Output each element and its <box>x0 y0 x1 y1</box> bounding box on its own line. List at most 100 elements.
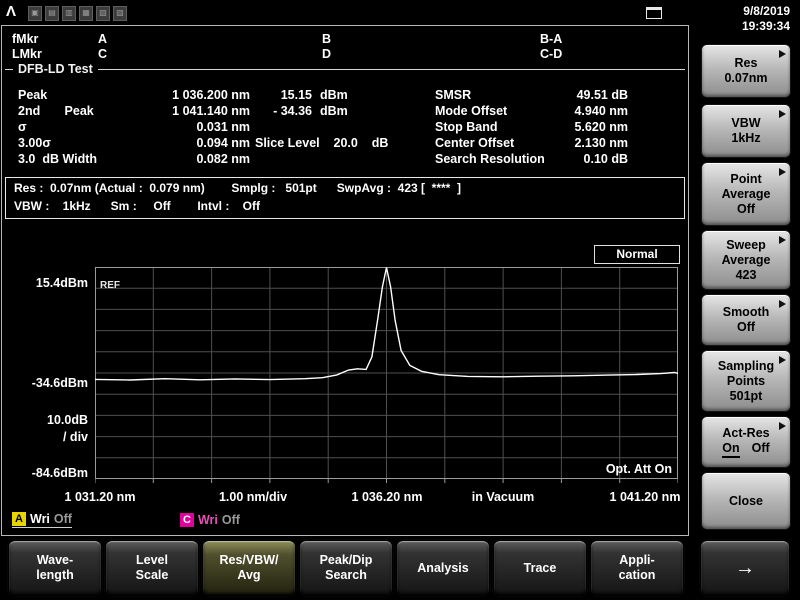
x-label-start: 1 031.20 nm <box>64 490 136 504</box>
x-label-center: 1 036.20 nm <box>351 490 423 504</box>
close-button[interactable]: Close <box>701 472 791 530</box>
test-title: DFB-LD Test <box>18 62 93 76</box>
db-width-value: 0.082 nm <box>196 152 250 166</box>
function-key-bar: Wave- length Level Scale Res/VBW/ Avg Pe… <box>0 537 800 600</box>
trace-c-swatch: C <box>179 513 194 527</box>
y-label-bottom: -84.6dBm <box>31 466 88 480</box>
sampling-points-button[interactable]: Sampling Points 501pt <box>701 350 791 412</box>
mode-offset-value: 4.940 nm <box>574 104 628 118</box>
y-scale-per-div-unit: / div <box>62 430 88 444</box>
analysis-row: 3.0 dB Width 0.082 nm Search Resolution … <box>2 152 688 168</box>
second-peak-level: - 34.36 <box>273 104 312 118</box>
nav-trace-button[interactable]: Trace <box>493 540 587 596</box>
fmkr-label: fMkr <box>12 32 39 46</box>
display-screen: fMkr A B B-A LMkr C D C-D DFB-LD Test Pe… <box>1 25 689 536</box>
peak-wavelength: 1 036.200 nm <box>172 88 250 102</box>
right-arrow-icon: → <box>735 556 755 579</box>
act-res-title: Act-Res <box>722 426 770 440</box>
nav-analysis-button[interactable]: Analysis <box>396 540 490 596</box>
toolbar-icon-3[interactable]: ▥ <box>62 6 76 21</box>
y-label-mid: -34.6dBm <box>31 376 88 390</box>
marker-d-label: D <box>322 47 332 61</box>
act-res-off-option[interactable]: Off <box>752 441 770 458</box>
x-label-vacuum: in Vacuum <box>471 490 535 504</box>
spectrum-plot <box>95 267 678 484</box>
settings-line-2: VBW : 1kHz Sm : Off Intvl : Off <box>14 199 261 213</box>
settings-line-1: Res : 0.07nm (Actual : 0.079 nm) Smplg :… <box>14 181 462 195</box>
sweep-average-title-2: Average <box>721 252 771 267</box>
smooth-title: Smooth <box>722 305 770 319</box>
submenu-arrow-icon <box>779 168 786 176</box>
mode-offset-label: Mode Offset <box>435 104 508 118</box>
trace-c-mode: Wri <box>197 513 218 527</box>
sampling-points-value: 501pt <box>729 388 763 403</box>
x-scale-per-div: 1.00 nm/div <box>218 490 288 504</box>
act-res-on-option[interactable]: On <box>722 441 740 458</box>
second-peak-label: 2nd Peak <box>18 104 94 118</box>
act-res-button[interactable]: Act-Res On Off <box>701 416 791 468</box>
x-label-stop: 1 041.20 nm <box>609 490 681 504</box>
submenu-arrow-icon <box>779 356 786 364</box>
nav-peak-dip-search-button[interactable]: Peak/Dip Search <box>299 540 393 596</box>
analysis-row: 2nd Peak 1 041.140 nm - 34.36 dBm Mode O… <box>2 104 688 120</box>
y-label-ref: 15.4dBm <box>35 276 88 290</box>
nav-trace-label: Trace <box>523 560 557 575</box>
optical-attenuator-status: Opt. Att On <box>605 462 672 476</box>
nav-res-vbw-avg-button[interactable]: Res/VBW/ Avg <box>202 540 296 596</box>
nav-more-button[interactable]: → <box>700 540 790 596</box>
rule-segment <box>97 68 685 70</box>
rule-segment <box>5 68 13 70</box>
nav-res-vbw-avg-label: Res/VBW/ Avg <box>219 553 279 582</box>
second-peak-level-unit: dBm <box>320 104 348 118</box>
trace-a-swatch: A <box>12 512 26 526</box>
sampling-points-title: Sampling <box>717 358 775 373</box>
time-text: 19:39:34 <box>741 19 790 33</box>
nav-analysis-label: Analysis <box>417 560 469 575</box>
sigma-value: 0.031 nm <box>196 120 250 134</box>
res-button[interactable]: Res 0.07nm <box>701 44 791 98</box>
vbw-button-title: VBW <box>731 116 761 130</box>
trace-a-mode: Wri <box>30 512 50 526</box>
title-bar: Λ ▣ ▤ ▥ ▦ ▧ ▨ <box>0 0 690 25</box>
vbw-button[interactable]: VBW 1kHz <box>701 104 791 158</box>
smooth-button[interactable]: Smooth Off <box>701 294 791 346</box>
res-button-title: Res <box>734 56 758 70</box>
analysis-row: σ 0.031 nm Stop Band 5.620 nm <box>2 120 688 136</box>
window-icon[interactable] <box>646 7 662 19</box>
ref-level-label: REF <box>100 280 120 291</box>
trace-legend: A Wri Off C Wri Off <box>12 512 240 528</box>
nav-wavelength-label: Wave- length <box>36 553 74 582</box>
slice-level: Slice Level 20.0 dB <box>255 136 389 150</box>
center-offset-label: Center Offset <box>435 136 515 150</box>
smooth-value: Off <box>736 320 756 334</box>
toolbar-icon-5[interactable]: ▧ <box>96 6 110 21</box>
sweep-average-button[interactable]: Sweep Average 423 <box>701 230 791 290</box>
marker-c-label: C <box>98 47 108 61</box>
nav-application-button[interactable]: Appli- cation <box>590 540 684 596</box>
marker-b-label: B <box>322 32 332 46</box>
submenu-arrow-icon <box>779 236 786 244</box>
anritsu-logo-icon: Λ <box>6 3 17 20</box>
toolbar-icon-2[interactable]: ▤ <box>45 6 59 21</box>
search-resolution-value: 0.10 dB <box>583 152 628 166</box>
point-average-button[interactable]: Point Average Off <box>701 162 791 226</box>
test-title-rule: DFB-LD Test <box>5 62 685 76</box>
point-average-title-2: Average <box>721 186 771 201</box>
vbw-button-value: 1kHz <box>731 131 761 145</box>
nav-level-scale-label: Level Scale <box>135 553 169 582</box>
toolbar-icon-1[interactable]: ▣ <box>28 6 42 21</box>
toolbar-icon-4[interactable]: ▦ <box>79 6 93 21</box>
date-text: 9/8/2019 <box>743 4 790 18</box>
search-resolution-label: Search Resolution <box>435 152 545 166</box>
peak-level-unit: dBm <box>320 88 348 102</box>
sweep-average-value: 423 <box>735 267 757 282</box>
analysis-results: Peak 1 036.200 nm 15.15 dBm SMSR 49.51 d… <box>2 88 688 168</box>
nav-level-scale-button[interactable]: Level Scale <box>105 540 199 596</box>
close-button-label: Close <box>728 493 764 508</box>
toolbar-icon-6[interactable]: ▨ <box>113 6 127 21</box>
sampling-points-title-2: Points <box>726 373 766 388</box>
nav-wavelength-button[interactable]: Wave- length <box>8 540 102 596</box>
peak-level: 15.15 <box>280 88 312 102</box>
settings-readout: Res : 0.07nm (Actual : 0.079 nm) Smplg :… <box>5 177 685 219</box>
peak-label: Peak <box>18 88 48 102</box>
